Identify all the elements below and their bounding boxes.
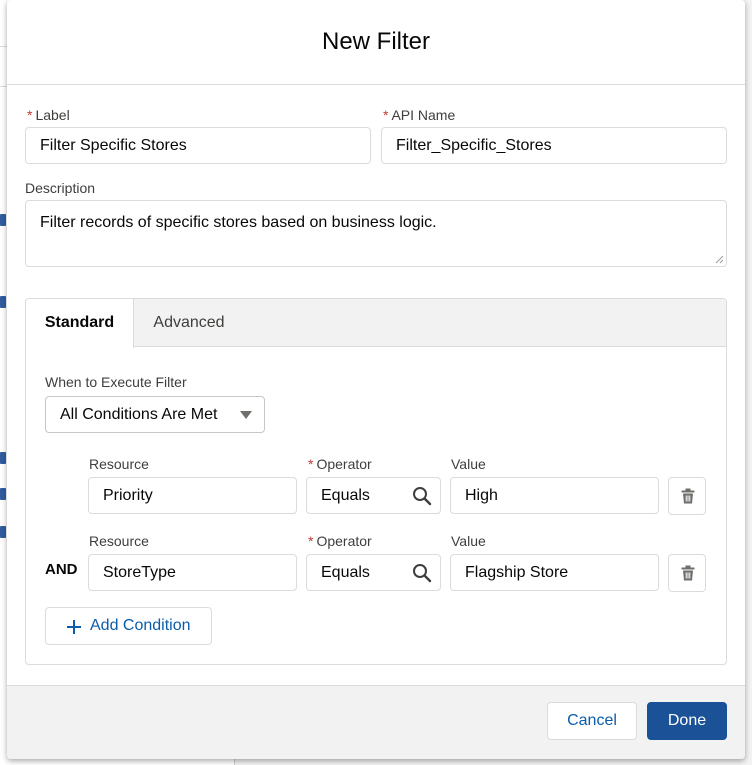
operator-input[interactable]: Equals: [306, 477, 441, 514]
required-marker: *: [308, 456, 314, 472]
operator-input[interactable]: Equals: [306, 554, 441, 591]
tab-standard[interactable]: Standard: [26, 299, 134, 348]
description-field-label: Description: [25, 180, 96, 196]
value-input[interactable]: Flagship Store: [450, 554, 659, 591]
plus-icon: [67, 620, 81, 634]
search-icon[interactable]: [412, 563, 432, 583]
value-label: Value: [451, 456, 486, 472]
label-field-label: * Label: [27, 106, 70, 124]
operator-label-text: Operator: [316, 456, 372, 472]
operator-value: Equals: [321, 564, 370, 581]
background-link-fragment: [0, 296, 6, 308]
required-marker: *: [383, 107, 389, 123]
operator-label: * Operator: [308, 455, 372, 473]
value-input[interactable]: High: [450, 477, 659, 514]
modal-header: New Filter: [7, 0, 745, 85]
api-name-input[interactable]: Filter_Specific_Stores: [381, 127, 727, 164]
cancel-button[interactable]: Cancel: [547, 702, 637, 740]
add-condition-button[interactable]: Add Condition: [45, 607, 212, 645]
operator-value: Equals: [321, 487, 370, 504]
execute-filter-label: When to Execute Filter: [45, 374, 187, 390]
background-link-fragment: [0, 488, 6, 500]
operator-label: * Operator: [308, 532, 372, 550]
modal-title: New Filter: [321, 28, 430, 55]
execute-filter-value: All Conditions Are Met: [60, 406, 218, 423]
description-text: Filter records of specific stores based …: [40, 214, 437, 231]
execute-filter-select[interactable]: All Conditions Are Met: [45, 396, 265, 433]
label-input[interactable]: Filter Specific Stores: [25, 127, 371, 164]
tab-advanced[interactable]: Advanced: [134, 299, 244, 347]
value-label: Value: [451, 533, 486, 549]
api-name-field-text: API Name: [391, 107, 456, 123]
add-condition-label: Add Condition: [90, 617, 191, 634]
new-filter-modal: New Filter * Label Filter Specific Stores…: [7, 0, 745, 759]
chevron-down-icon: [240, 411, 252, 419]
description-textarea[interactable]: Filter records of specific stores based …: [25, 200, 727, 267]
background-link-fragment: [0, 452, 6, 464]
delete-condition-button[interactable]: [668, 477, 706, 515]
trash-icon: [681, 488, 695, 504]
operator-label-text: Operator: [316, 533, 372, 549]
trash-icon: [681, 565, 695, 581]
resource-input[interactable]: Priority: [88, 477, 297, 514]
tab-bar: Standard Advanced: [26, 299, 726, 348]
done-button[interactable]: Done: [647, 702, 727, 740]
api-name-field-label: * API Name: [383, 106, 455, 124]
required-marker: *: [27, 107, 33, 123]
background-link-fragment: [0, 526, 6, 538]
background-link-fragment: [0, 214, 6, 226]
required-marker: *: [308, 533, 314, 549]
resource-label: Resource: [89, 533, 149, 549]
resource-input[interactable]: StoreType: [88, 554, 297, 591]
search-icon[interactable]: [412, 486, 432, 506]
condition-connector: AND: [45, 561, 78, 578]
resource-label: Resource: [89, 456, 149, 472]
label-field-text: Label: [35, 107, 70, 123]
resize-handle-icon[interactable]: [715, 255, 724, 264]
modal-footer: Cancel Done: [7, 685, 745, 759]
delete-condition-button[interactable]: [668, 554, 706, 592]
filter-tabset: Standard Advanced When to Execute Filter…: [25, 298, 727, 665]
